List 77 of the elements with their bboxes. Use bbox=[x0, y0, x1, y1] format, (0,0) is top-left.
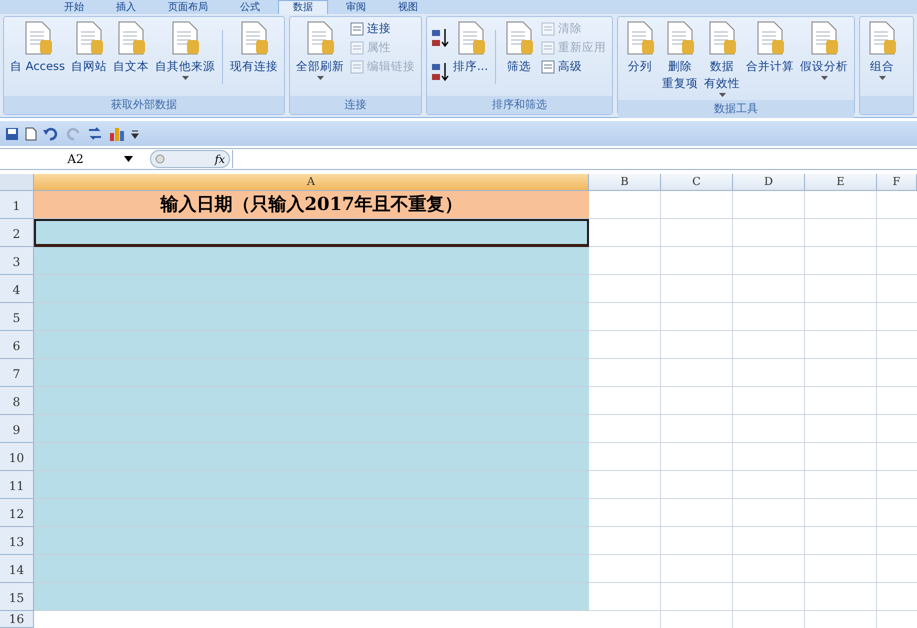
ribbon-tab[interactable]: 插入 bbox=[102, 0, 150, 14]
title-bar bbox=[860, 96, 913, 114]
ribbon-tab[interactable]: 数据 bbox=[278, 0, 328, 14]
row-header[interactable]: 12 bbox=[0, 499, 34, 527]
ribbon-tab[interactable]: 页面布局 bbox=[154, 0, 222, 14]
caret-icon bbox=[316, 75, 324, 81]
group-title: 排序和筛选 bbox=[427, 96, 612, 114]
row-header[interactable]: 13 bbox=[0, 527, 34, 555]
ribbon-small-button[interactable]: 连接 bbox=[348, 20, 418, 37]
ribbon-button[interactable]: 数据 有效性 bbox=[702, 20, 742, 100]
save-icon[interactable] bbox=[5, 126, 19, 140]
caret-icon bbox=[820, 75, 828, 81]
row-header[interactable]: 5 bbox=[0, 303, 34, 331]
row-header[interactable]: 9 bbox=[0, 415, 34, 443]
ribbon-button[interactable]: 分列 bbox=[622, 20, 658, 75]
ribbon-tab[interactable]: 公式 bbox=[226, 0, 274, 14]
ribbon-tab[interactable]: 审阅 bbox=[332, 0, 380, 14]
document-icon bbox=[541, 22, 555, 36]
sort-icon[interactable] bbox=[431, 28, 450, 48]
document-icon bbox=[350, 22, 364, 36]
caret-icon bbox=[182, 75, 189, 81]
table-cell[interactable]: 输入日期（只输入2017年且不重复） bbox=[34, 191, 589, 219]
group-title: 数据工具 bbox=[618, 100, 854, 118]
group-title: 连接 bbox=[290, 96, 422, 114]
column-header[interactable]: D bbox=[733, 174, 805, 191]
ribbon-button[interactable]: 全部刷新 bbox=[294, 20, 346, 83]
row-header[interactable]: 10 bbox=[0, 443, 34, 471]
ribbon-button[interactable]: 自其他来源 bbox=[153, 20, 218, 83]
circle-icon bbox=[155, 154, 165, 164]
new-document-icon[interactable] bbox=[25, 126, 37, 140]
sort-icon[interactable] bbox=[431, 62, 450, 82]
row-header[interactable]: 14 bbox=[0, 555, 34, 583]
ribbon-button[interactable]: 合并计算 bbox=[744, 20, 796, 75]
column-header[interactable]: F bbox=[877, 174, 917, 191]
ribbon-tab[interactable]: 视图 bbox=[384, 0, 432, 14]
ribbon-button[interactable]: 组合 bbox=[864, 20, 900, 83]
caret-icon[interactable] bbox=[124, 156, 133, 162]
ribbon-button[interactable]: 自网站 bbox=[69, 20, 110, 75]
document-icon bbox=[350, 60, 364, 74]
row-header[interactable]: 7 bbox=[0, 359, 34, 387]
ribbon-button[interactable]: 排序... bbox=[451, 20, 490, 75]
row-header[interactable]: 8 bbox=[0, 387, 34, 415]
row-header[interactable]: 3 bbox=[0, 247, 34, 275]
ribbon-tab[interactable]: 开始 bbox=[50, 0, 98, 14]
document-icon bbox=[541, 60, 555, 74]
document-icon bbox=[541, 40, 555, 54]
document-icon bbox=[350, 40, 364, 54]
ribbon-button[interactable]: 假设分析 bbox=[798, 20, 850, 83]
column-header[interactable]: E bbox=[805, 174, 877, 191]
row-header[interactable]: 2 bbox=[0, 219, 34, 247]
row-header[interactable]: 4 bbox=[0, 275, 34, 303]
column-header[interactable]: C bbox=[661, 174, 733, 191]
ribbon-button[interactable]: 现有连接 bbox=[228, 20, 280, 75]
caret-icon bbox=[878, 75, 886, 81]
ribbon-button[interactable]: 自文本 bbox=[111, 20, 152, 75]
group-title: 获取外部数据 bbox=[4, 96, 284, 114]
bar-chart-icon[interactable] bbox=[109, 126, 125, 142]
ribbon-button[interactable]: 筛选 bbox=[501, 20, 537, 75]
row-header[interactable]: 16 bbox=[0, 611, 34, 628]
column-header[interactable]: B bbox=[589, 174, 661, 191]
insert-function-button[interactable]: fx bbox=[150, 150, 230, 168]
ribbon-button[interactable]: 删除 重复项 bbox=[660, 20, 700, 92]
select-all-corner[interactable] bbox=[0, 174, 34, 191]
caret-icon bbox=[718, 92, 726, 98]
row-header[interactable]: 1 bbox=[0, 191, 34, 219]
undo-icon[interactable] bbox=[43, 126, 59, 140]
redo-icon[interactable] bbox=[65, 126, 81, 140]
row-header[interactable]: 6 bbox=[0, 331, 34, 359]
ribbon-small-button[interactable]: 高级 bbox=[539, 58, 608, 75]
refresh-icon[interactable] bbox=[87, 126, 103, 142]
row-header[interactable]: 15 bbox=[0, 583, 34, 611]
column-header[interactable]: A bbox=[34, 174, 589, 191]
customize-caret-icon[interactable] bbox=[131, 128, 139, 138]
table-cell[interactable] bbox=[34, 219, 589, 247]
ribbon-button[interactable]: 自 Access bbox=[8, 20, 68, 75]
row-header[interactable]: 11 bbox=[0, 471, 34, 499]
name-box[interactable]: A2 bbox=[0, 152, 150, 166]
